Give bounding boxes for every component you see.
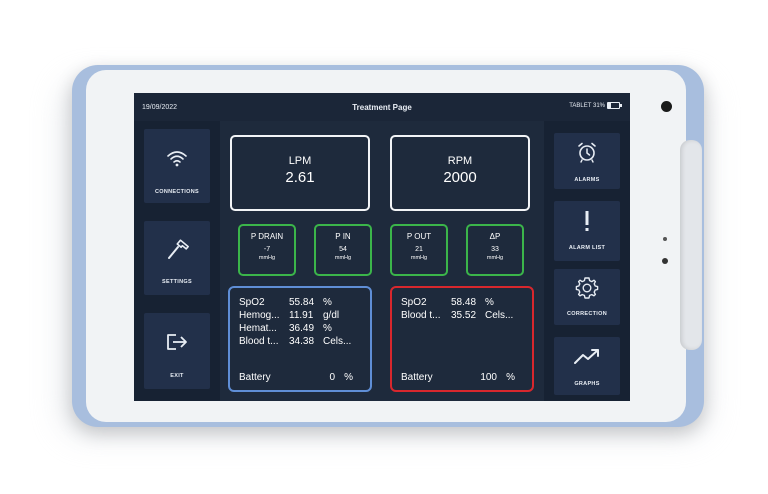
p-in-box[interactable]: P IN 54 mmHg <box>314 224 372 276</box>
exit-icon <box>144 331 210 353</box>
sensor-battery-row: Battery 100 % <box>401 372 527 384</box>
sensor-battery-unit: % <box>506 372 515 383</box>
p-in-value: 54 <box>339 246 347 253</box>
settings-button[interactable]: SETTINGS <box>144 221 210 295</box>
lpm-label: LPM <box>288 155 312 167</box>
page-title: Treatment Page <box>352 103 412 112</box>
p-in-unit: mmHg <box>334 255 352 261</box>
delta-p-value: 33 <box>491 246 499 253</box>
sensor-row-unit: g/dl <box>323 310 340 321</box>
alarm-list-button[interactable]: ALARM LIST <box>554 201 620 261</box>
p-out-unit: mmHg <box>410 255 428 261</box>
alarms-button[interactable]: ALARMS <box>554 133 620 189</box>
rpm-value: 2000 <box>443 169 477 186</box>
sensor-row-name: Hemog... <box>239 310 280 321</box>
sensor-panel-right[interactable]: SpO2 58.48 % Blood t... 35.52 Cels... Ba… <box>390 286 534 392</box>
connections-label: CONNECTIONS <box>155 189 199 195</box>
top-bar: 19/09/2022 Treatment Page TABLET 31% <box>134 93 630 121</box>
connections-button[interactable]: CONNECTIONS <box>144 129 210 203</box>
battery-icon <box>607 102 622 109</box>
p-out-box[interactable]: P OUT 21 mmHg <box>390 224 448 276</box>
settings-label: SETTINGS <box>162 279 192 285</box>
sensor-row-name: Blood t... <box>401 310 441 321</box>
sensor-row-value: 35.52 <box>451 310 477 321</box>
sensor-row-value: 58.48 <box>451 297 477 308</box>
exit-label: EXIT <box>170 373 184 379</box>
sensor-battery-unit: % <box>344 372 353 383</box>
light-sensor <box>663 237 667 241</box>
alarm-clock-icon <box>554 141 620 163</box>
side-grip <box>680 140 702 350</box>
battery-fill <box>608 103 612 108</box>
p-drain-box[interactable]: P DRAIN -7 mmHg <box>238 224 296 276</box>
sensor-panel-left[interactable]: SpO2 55.84 % Hemog... 11.91 g/dl Hemat..… <box>228 286 372 392</box>
sensor-row-name: SpO2 <box>239 297 265 308</box>
sensor-row-unit: % <box>323 323 332 334</box>
sensor-battery-label: Battery <box>401 372 433 383</box>
sensor-row-name: Blood t... <box>239 336 279 347</box>
graphs-label: GRAPHS <box>574 381 600 387</box>
delta-p-box[interactable]: ΔP 33 mmHg <box>466 224 524 276</box>
device-status-label: TABLET 31% <box>569 102 605 109</box>
sensor-row-name: Hemat... <box>239 323 277 334</box>
sensor-row-value: 34.38 <box>289 336 315 347</box>
p-drain-unit: mmHg <box>258 255 276 261</box>
correction-label: CORRECTION <box>567 311 607 317</box>
sensor-row-name: SpO2 <box>401 297 427 308</box>
lpm-value: 2.61 <box>285 169 315 186</box>
device-status: TABLET 31% <box>569 102 622 109</box>
sensor-battery-value: 0 <box>329 372 335 383</box>
tablet-screen: 19/09/2022 Treatment Page TABLET 31% CON… <box>134 93 630 401</box>
p-in-label: P IN <box>335 232 351 241</box>
exit-button[interactable]: EXIT <box>144 313 210 389</box>
exclamation-icon <box>554 209 620 233</box>
sensor-battery-row: Battery 0 % <box>239 372 365 384</box>
left-nav-panel: CONNECTIONS SETTINGS EXIT <box>134 121 220 401</box>
sensor-battery-value: 100 <box>480 372 497 383</box>
p-out-label: P OUT <box>406 232 432 241</box>
power-button[interactable] <box>662 258 668 264</box>
sensor-row-unit: Cels... <box>323 336 352 347</box>
delta-p-label: ΔP <box>489 232 501 241</box>
lpm-box[interactable]: LPM 2.61 <box>230 135 370 211</box>
alarms-label: ALARMS <box>574 177 600 183</box>
hammer-icon <box>144 237 210 261</box>
rpm-label: RPM <box>447 155 473 167</box>
p-out-value: 21 <box>415 246 423 253</box>
rpm-box[interactable]: RPM 2000 <box>390 135 530 211</box>
sensor-row-unit: % <box>323 297 332 308</box>
camera-icon <box>661 101 672 112</box>
sensor-battery-label: Battery <box>239 372 271 383</box>
sensor-row-value: 55.84 <box>289 297 315 308</box>
sensor-row-value: 36.49 <box>289 323 315 334</box>
sensor-row-unit: % <box>485 297 494 308</box>
sensor-row-unit: Cels... <box>485 310 514 321</box>
right-nav-panel: ALARMS ALARM LIST CORRECTION GRAPHS <box>544 121 630 401</box>
p-drain-value: -7 <box>263 246 271 253</box>
p-drain-label: P DRAIN <box>250 232 284 241</box>
trend-up-icon <box>554 347 620 365</box>
sensor-row-value: 11.91 <box>289 310 314 321</box>
delta-p-unit: mmHg <box>486 255 504 261</box>
graphs-button[interactable]: GRAPHS <box>554 337 620 395</box>
gear-icon <box>554 276 620 300</box>
alarm-list-label: ALARM LIST <box>568 245 606 251</box>
correction-button[interactable]: CORRECTION <box>554 269 620 325</box>
wifi-icon <box>144 149 210 167</box>
